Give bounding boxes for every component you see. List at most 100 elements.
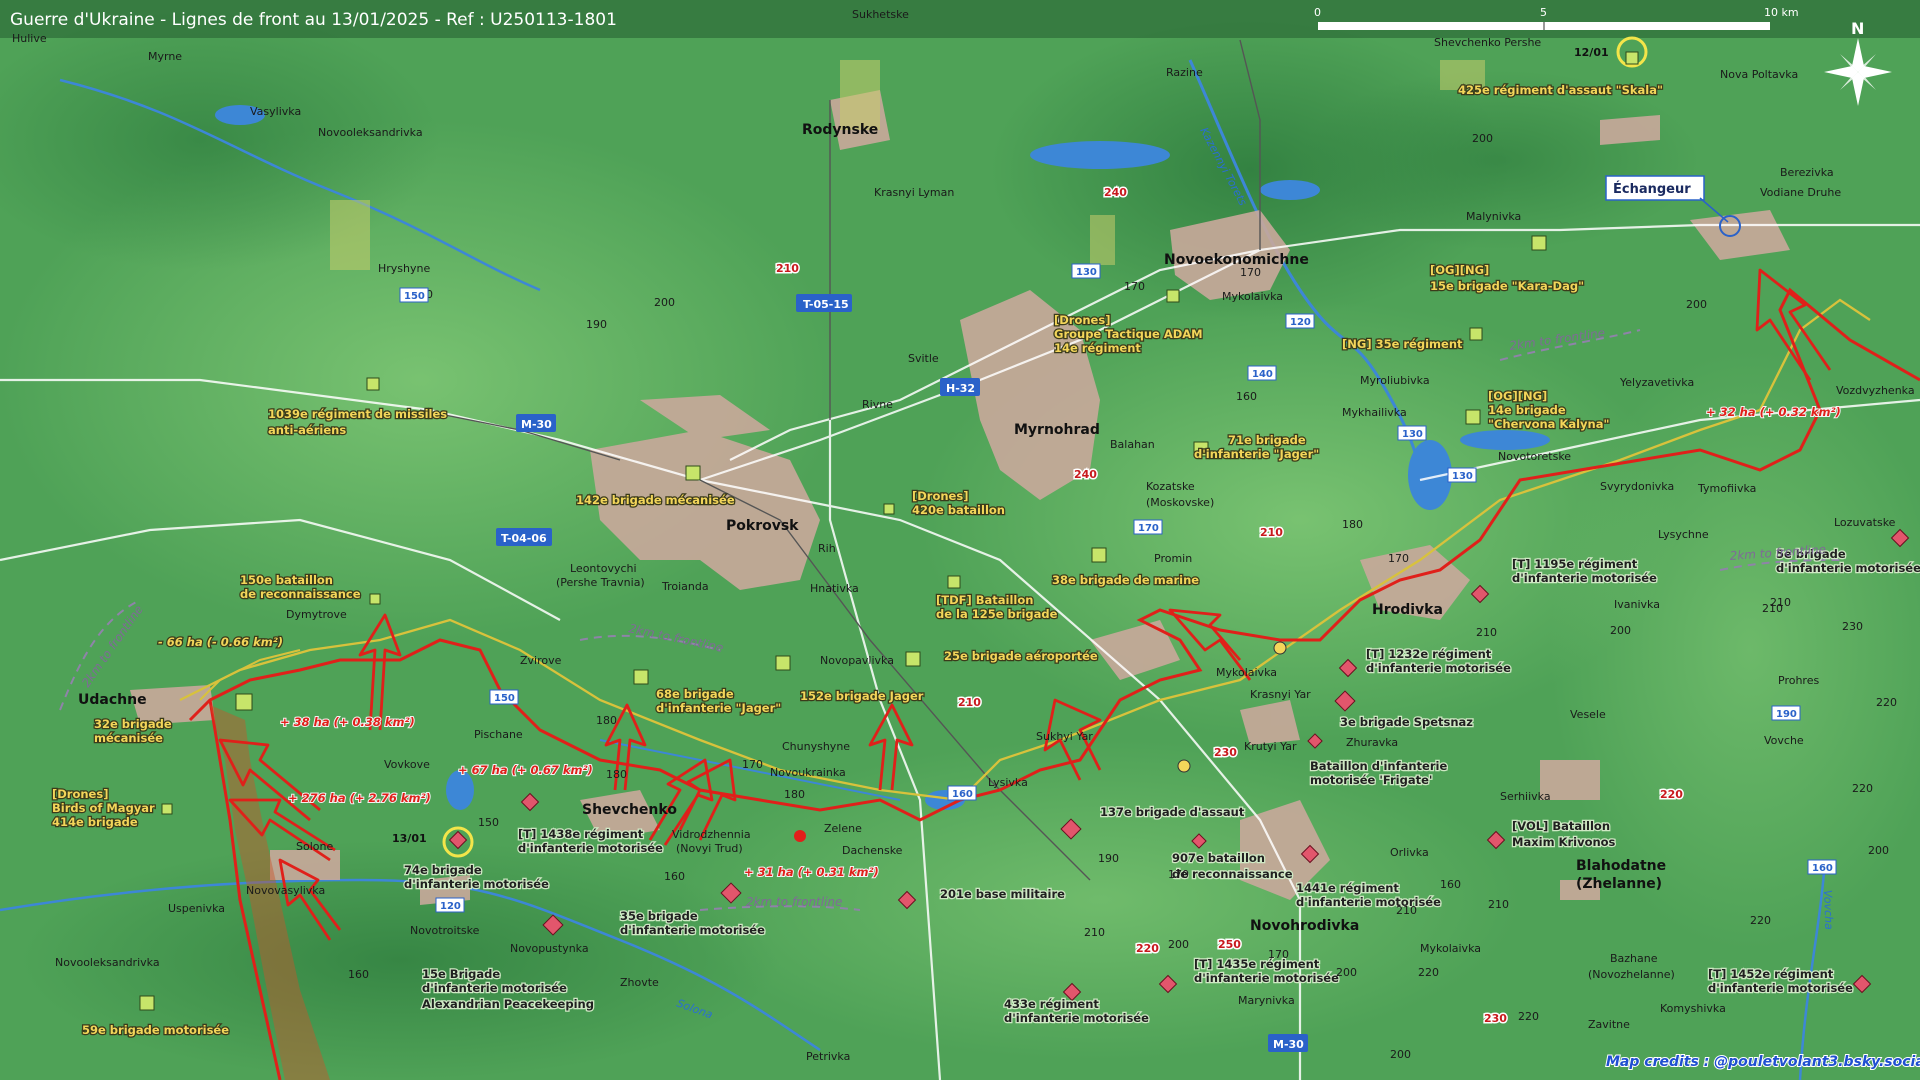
svg-text:Bataillon d'infanterie: Bataillon d'infanterie (1310, 759, 1447, 773)
svg-text:230: 230 (1214, 746, 1237, 759)
lake (1460, 430, 1550, 450)
town-label: Pokrovsk (726, 518, 799, 534)
svg-text:Vasylivka: Vasylivka (250, 105, 301, 118)
road-shield[interactable]: M-30 (516, 414, 556, 432)
svg-text:[VOL] Bataillon: [VOL] Bataillon (1512, 819, 1610, 833)
svg-text:130: 130 (1452, 471, 1473, 482)
svg-text:Maxim Krivonos: Maxim Krivonos (1512, 835, 1616, 849)
svg-text:de reconnaissance: de reconnaissance (240, 587, 361, 601)
svg-text:Myroliubivka: Myroliubivka (1360, 374, 1430, 387)
svg-text:130: 130 (1076, 267, 1097, 278)
svg-text:152e brigade Jager: 152e brigade Jager (800, 689, 924, 703)
svg-text:200: 200 (1168, 938, 1189, 951)
svg-text:1039e régiment de missiles: 1039e régiment de missiles (268, 407, 447, 421)
svg-text:Mykolaivka: Mykolaivka (1420, 942, 1481, 955)
svg-text:Ivanivka: Ivanivka (1614, 598, 1660, 611)
svg-text:200: 200 (1610, 624, 1631, 637)
svg-text:Mykolaivka: Mykolaivka (1216, 666, 1277, 679)
road-shield[interactable]: M-30 (1268, 1034, 1308, 1052)
svg-text:142e brigade mécanisée: 142e brigade mécanisée (576, 493, 735, 507)
road-shield[interactable]: T-05-15 (796, 294, 852, 312)
road-shield[interactable]: H-32 (940, 378, 980, 396)
interchange-label: Échangeur (1613, 181, 1691, 197)
svg-text:Bazhane: Bazhane (1610, 952, 1658, 965)
svg-text:Orlivka: Orlivka (1390, 846, 1429, 859)
svg-text:Novooleksandrivka: Novooleksandrivka (55, 956, 160, 969)
svg-text:Komyshivka: Komyshivka (1660, 1002, 1726, 1015)
svg-text:d'infanterie motorisée: d'infanterie motorisée (1708, 981, 1853, 995)
town-label: Novoekonomichne (1164, 252, 1309, 268)
svg-text:M-30: M-30 (521, 418, 552, 431)
area-gain-label: + 32 ha (+ 0.32 km²) (1706, 405, 1841, 419)
svg-text:71e brigade: 71e brigade (1228, 433, 1306, 447)
svg-text:210: 210 (1476, 626, 1497, 639)
svg-text:150: 150 (478, 816, 499, 829)
map-title: Guerre d'Ukraine - Lignes de front au 13… (10, 10, 617, 30)
svg-text:d'infanterie "Jager": d'infanterie "Jager" (656, 701, 781, 715)
map-credits: Map credits : @pouletvolant3.bsky.social (1606, 1054, 1920, 1070)
svg-text:d'infanterie motorisée: d'infanterie motorisée (1004, 1011, 1149, 1025)
svg-text:Novopustynka: Novopustynka (510, 942, 589, 955)
svg-text:Vesele: Vesele (1570, 708, 1606, 721)
svg-text:Svitle: Svitle (908, 352, 939, 365)
svg-text:150: 150 (404, 291, 425, 302)
svg-text:M-30: M-30 (1273, 1038, 1304, 1051)
svg-text:Alexandrian Peacekeeping: Alexandrian Peacekeeping (422, 997, 594, 1011)
svg-text:150: 150 (494, 693, 515, 704)
svg-text:Vodiane Druhe: Vodiane Druhe (1760, 186, 1841, 199)
road-shield[interactable]: T-04-06 (496, 528, 552, 546)
svg-text:15e Brigade: 15e Brigade (422, 967, 500, 981)
svg-text:d'infanterie motorisée: d'infanterie motorisée (1296, 895, 1441, 909)
svg-text:240: 240 (1104, 186, 1127, 199)
river-label: Vovcha (1821, 890, 1835, 931)
svg-text:de reconnaissance: de reconnaissance (1172, 867, 1293, 881)
svg-text:160: 160 (952, 789, 973, 800)
svg-text:210: 210 (776, 262, 799, 275)
svg-text:Marynivka: Marynivka (1238, 994, 1295, 1007)
svg-text:[TDF] Bataillon: [TDF] Bataillon (936, 593, 1033, 607)
svg-text:120: 120 (440, 901, 461, 912)
svg-text:Mykhailivka: Mykhailivka (1342, 406, 1407, 419)
svg-text:[Drones]: [Drones] (52, 787, 108, 801)
svg-text:d'infanterie motorisée: d'infanterie motorisée (1194, 971, 1339, 985)
svg-text:Vozdvyzhenka: Vozdvyzhenka (1836, 384, 1915, 397)
svg-text:Dachenske: Dachenske (842, 844, 903, 857)
position-marker[interactable] (1177, 759, 1191, 773)
svg-text:Kozatske: Kozatske (1146, 480, 1195, 493)
town-label: Rodynske (802, 122, 878, 138)
svg-text:150e bataillon: 150e bataillon (240, 573, 333, 587)
lake (1260, 180, 1320, 200)
svg-text:d'infanterie "Jager": d'infanterie "Jager" (1194, 447, 1319, 461)
svg-text:907e bataillon: 907e bataillon (1172, 851, 1265, 865)
lake (1030, 141, 1170, 169)
scale-label: 10 km (1764, 6, 1799, 19)
svg-text:32e brigade: 32e brigade (94, 717, 172, 731)
svg-text:Sukhyi Yar: Sukhyi Yar (1036, 730, 1093, 743)
position-marker[interactable] (1273, 641, 1287, 655)
town-label: Shevchenko (582, 802, 677, 818)
svg-text:H-32: H-32 (946, 382, 975, 395)
svg-text:mécanisée: mécanisée (94, 731, 163, 745)
svg-text:180: 180 (606, 768, 627, 781)
svg-text:Novoukrainka: Novoukrainka (770, 766, 846, 779)
svg-text:Novotroitske: Novotroitske (410, 924, 480, 937)
svg-text:Lysivka: Lysivka (988, 776, 1028, 789)
svg-text:d'infanterie motorisée: d'infanterie motorisée (620, 923, 765, 937)
svg-text:d'infanterie motorisée: d'infanterie motorisée (1776, 561, 1920, 575)
area-loss-label: - 66 ha (- 0.66 km²) (158, 635, 283, 649)
svg-text:Zvirove: Zvirove (520, 654, 562, 667)
svg-text:Petrivka: Petrivka (806, 1050, 850, 1063)
svg-text:160: 160 (1440, 878, 1461, 891)
svg-text:Krasnyi Lyman: Krasnyi Lyman (874, 186, 954, 199)
svg-text:Leontovychi: Leontovychi (570, 562, 637, 575)
svg-text:170: 170 (1268, 948, 1289, 961)
svg-text:Novooleksandrivka: Novooleksandrivka (318, 126, 423, 139)
svg-text:Nova Poltavka: Nova Poltavka (1720, 68, 1798, 81)
svg-text:210: 210 (1084, 926, 1105, 939)
position-marker[interactable] (794, 830, 806, 842)
svg-text:"Chervona Kalyna": "Chervona Kalyna" (1488, 417, 1610, 431)
svg-text:12/01: 12/01 (1574, 46, 1609, 59)
svg-text:Vidrodzhennia: Vidrodzhennia (672, 828, 751, 841)
svg-text:Dymytrove: Dymytrove (286, 608, 347, 621)
svg-text:425e régiment d'assaut "Skala": 425e régiment d'assaut "Skala" (1458, 83, 1663, 97)
